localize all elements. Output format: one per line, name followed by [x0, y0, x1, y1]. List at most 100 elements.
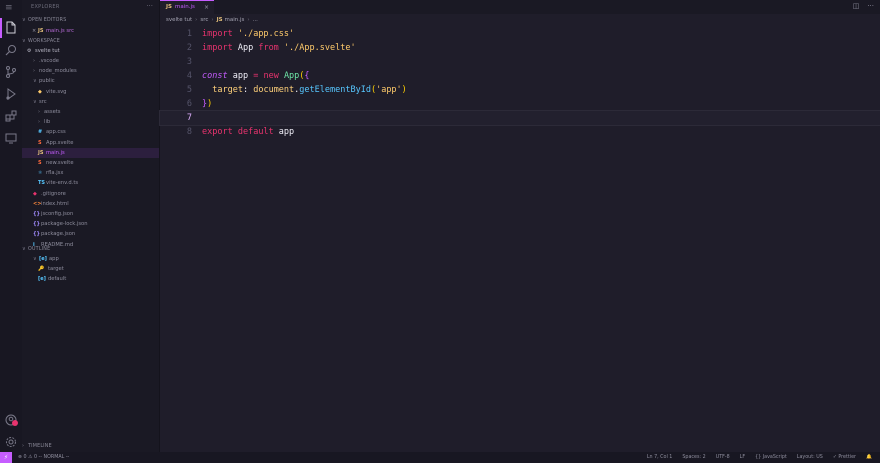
- tree-file[interactable]: ◆ vite.svg: [22, 87, 159, 97]
- code-line: 3: [186, 57, 192, 67]
- outline-item[interactable]: ∨ [e] app: [22, 254, 159, 264]
- more-actions-icon[interactable]: ···: [867, 2, 874, 10]
- close-icon[interactable]: ×: [204, 1, 209, 14]
- code-line: 6}): [186, 99, 213, 109]
- breadcrumb-item[interactable]: main.js: [225, 17, 245, 23]
- tree-file[interactable]: JS main.js: [22, 147, 159, 158]
- tree-item-label: vite-env.d.ts: [46, 180, 79, 187]
- file-type-icon: S: [38, 139, 42, 146]
- tab-label: main.js: [175, 4, 195, 10]
- outline-item-label: default: [48, 276, 67, 282]
- tree-folder[interactable]: ∨ src: [22, 97, 159, 107]
- status-bar: ⚡ ⊗ 0 ⚠ 0 -- NORMAL -- Ln 7, Col 1 Space…: [0, 452, 880, 463]
- symbol-icon: [e]: [39, 256, 47, 262]
- sidebar-title: EXPLORER: [31, 4, 60, 10]
- chevron-right-icon: ›: [247, 17, 250, 23]
- status-right-items: Ln 7, Col 1 Spaces: 2 UTF-8 LF {} JavaSc…: [647, 452, 872, 463]
- workspace-header[interactable]: ∨ WORKSPACE: [22, 36, 159, 46]
- symbol-icon: [e]: [38, 276, 46, 282]
- tree-item-label: .vscode: [39, 58, 59, 64]
- tree-file[interactable]: {}package-lock.json: [22, 219, 159, 229]
- tree-folder[interactable]: › .vscode: [22, 56, 159, 66]
- tree-item-label: lib: [44, 119, 51, 126]
- explorer-sidebar: EXPLORER ··· ∨ OPEN EDITORS × JS main.js sr…: [22, 0, 160, 452]
- timeline-header[interactable]: › TIMELINE: [22, 441, 159, 451]
- account-badge: [12, 420, 18, 426]
- tree-file[interactable]: ⚛ rfla.jsx: [22, 168, 159, 178]
- outline-header[interactable]: ∨ OUTLINE: [22, 244, 159, 254]
- file-type-icon: ⚛: [38, 170, 43, 177]
- tab-main-js[interactable]: JS main.js ×: [160, 0, 214, 14]
- breadcrumb-item[interactable]: svelte tut: [166, 17, 192, 23]
- tree-item-label: App.svelte: [46, 139, 74, 146]
- tree-folder[interactable]: › assets: [22, 107, 159, 117]
- tab-bar: JS main.js × ◫ ···: [160, 0, 880, 14]
- remote-indicator-icon[interactable]: ⚡: [0, 452, 12, 463]
- file-type-icon: #: [38, 129, 43, 136]
- file-type-icon: JS: [38, 149, 44, 156]
- tree-file[interactable]: Snew.svelte: [22, 158, 159, 168]
- status-problems[interactable]: ⊗ 0 ⚠ 0 -- NORMAL --: [18, 452, 69, 463]
- outline-item[interactable]: [e] default: [22, 274, 159, 284]
- tree-folder[interactable]: › lib: [22, 117, 159, 127]
- source-control-icon[interactable]: [4, 65, 18, 79]
- status-indentation[interactable]: Spaces: 2: [682, 452, 705, 463]
- run-debug-icon[interactable]: [4, 87, 18, 101]
- tree-folder[interactable]: ∨ public: [22, 76, 159, 86]
- status-language-mode[interactable]: {} JavaScript: [755, 452, 787, 463]
- outline-item[interactable]: 🔑 target: [22, 264, 159, 274]
- tree-file[interactable]: {}jsconfig.json: [22, 209, 159, 219]
- project-folder[interactable]: ⚙ svelte tut: [22, 46, 159, 56]
- file-type-icon: {}: [33, 231, 41, 238]
- status-encoding[interactable]: UTF-8: [716, 452, 730, 463]
- file-type-icon: TS: [38, 180, 46, 187]
- sidebar-more-actions-icon[interactable]: ···: [146, 2, 153, 10]
- gear-icon: ⚙: [27, 48, 32, 54]
- code-line-current: 7: [159, 110, 880, 126]
- tree-file[interactable]: TSvite-env.d.ts: [22, 178, 159, 188]
- tree-item-label: vite.svg: [46, 88, 67, 95]
- tree-file[interactable]: ◆ .gitignore: [22, 189, 159, 199]
- tree-folder[interactable]: › node_modules: [22, 66, 159, 76]
- tree-item-label: index.html: [41, 200, 69, 207]
- status-keyboard-layout[interactable]: Layout: US: [797, 452, 823, 463]
- breadcrumb-item[interactable]: ...: [253, 17, 258, 23]
- code-line: 5 target: document.getElementById('app'): [186, 85, 407, 95]
- status-prettier[interactable]: ✓ Prettier: [833, 452, 856, 463]
- menu-icon[interactable]: ≡: [5, 4, 17, 14]
- tree-item-label: package.json: [41, 231, 76, 238]
- notifications-bell-icon[interactable]: 🔔: [866, 452, 872, 463]
- chevron-right-icon: ›: [211, 17, 214, 23]
- settings-gear-icon[interactable]: [4, 435, 18, 449]
- status-eol[interactable]: LF: [740, 452, 745, 463]
- tree-file[interactable]: # app.css: [22, 127, 159, 137]
- split-editor-icon[interactable]: ◫: [853, 2, 860, 10]
- tree-file[interactable]: {}package.json: [22, 229, 159, 239]
- tree-file[interactable]: S App.svelte: [22, 138, 159, 148]
- javascript-file-icon: JS: [216, 17, 225, 23]
- file-type-icon: {}: [33, 211, 41, 217]
- javascript-file-icon: JS: [38, 28, 44, 34]
- file-type-icon: {}: [33, 221, 41, 228]
- open-editors-header[interactable]: ∨ OPEN EDITORS: [22, 15, 159, 25]
- tree-item-label: main.js: [46, 149, 65, 156]
- code-line: 2 import App from './App.svelte': [186, 43, 356, 53]
- tree-item-label: public: [39, 78, 55, 85]
- tree-item-label: app.css: [46, 129, 66, 136]
- outline-item-label: target: [48, 266, 64, 272]
- status-cursor-position[interactable]: Ln 7, Col 1: [647, 452, 673, 463]
- tree-file[interactable]: <>index.html: [22, 199, 159, 209]
- code-line: 4 const app = new App({: [186, 71, 310, 81]
- explorer-icon[interactable]: [0, 18, 18, 38]
- javascript-file-icon: JS: [166, 4, 173, 10]
- search-icon[interactable]: [4, 43, 18, 57]
- account-icon[interactable]: [4, 413, 18, 427]
- tree-item-label: rfla.jsx: [46, 170, 64, 177]
- extensions-icon[interactable]: [4, 109, 18, 123]
- code-line: 8 export default app: [186, 127, 295, 137]
- open-editor-item-main-js[interactable]: × JS main.js src: [22, 26, 159, 36]
- tree-item-label: jsconfig.json: [41, 211, 74, 217]
- breadcrumb-item[interactable]: src: [200, 17, 208, 23]
- remote-explorer-icon[interactable]: [4, 131, 18, 145]
- activity-bar: ≡: [0, 0, 22, 452]
